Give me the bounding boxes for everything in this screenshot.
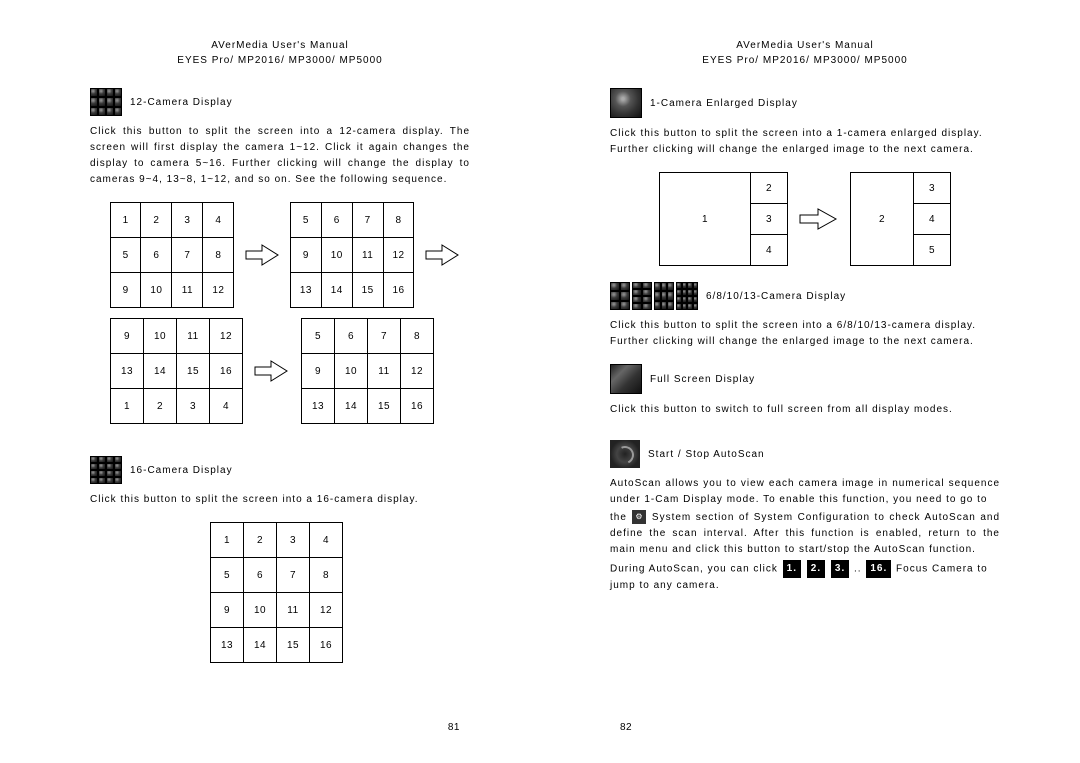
layout-b: 23 4 5 xyxy=(850,172,951,266)
secfull-para: Click this button to switch to full scre… xyxy=(610,402,1000,418)
section-1cam-enlarged: 1-Camera Enlarged Display xyxy=(610,88,1000,118)
focus-btn-1: 1. xyxy=(783,560,801,578)
grid-4: 5678 9101112 13141516 xyxy=(301,318,434,424)
section-12cam: 12-Camera Display xyxy=(90,88,470,116)
grid-16: 1234 5678 9101112 13141516 xyxy=(210,522,343,663)
tables-row-2: 9101112 13141516 1234 5678 9101112 13141… xyxy=(110,318,470,424)
arrow-icon xyxy=(253,358,291,384)
page-82: AVerMedia User's Manual EYES Pro/ MP2016… xyxy=(540,0,1080,763)
fullscreen-icon xyxy=(610,364,642,394)
sec6-para: Click this button to split the screen in… xyxy=(610,318,1000,350)
arrow-icon xyxy=(244,242,280,268)
secauto-p2: the System section of System Configurati… xyxy=(610,510,1000,558)
multi-layout-icon xyxy=(610,282,698,310)
sec1-title: 1-Camera Enlarged Display xyxy=(650,98,798,109)
secauto-p3: During AutoScan, you can click 1. 2. 3. … xyxy=(610,560,1000,594)
sec1-para: Click this button to split the screen in… xyxy=(610,126,1000,158)
grid16-wrap: 1234 5678 9101112 13141516 xyxy=(210,522,470,663)
page-81: AVerMedia User's Manual EYES Pro/ MP2016… xyxy=(0,0,540,763)
focus-btn-3: 3. xyxy=(831,560,849,578)
autoscan-icon xyxy=(610,440,640,468)
sec12-title: 12-Camera Display xyxy=(130,97,233,108)
secauto-p1: AutoScan allows you to view each camera … xyxy=(610,476,1000,508)
subheader-right: EYES Pro/ MP2016/ MP3000/ MP5000 xyxy=(610,55,1000,66)
pagenum-82: 82 xyxy=(540,722,1080,733)
arrow-icon xyxy=(424,242,460,268)
grid-3: 9101112 13141516 1234 xyxy=(110,318,243,424)
grid-2: 5678 9101112 13141516 xyxy=(290,202,414,308)
section-autoscan: Start / Stop AutoScan xyxy=(610,440,1000,468)
sec6-title: 6/8/10/13-Camera Display xyxy=(706,291,846,302)
grid-1: 1234 5678 9101112 xyxy=(110,202,234,308)
secauto-title: Start / Stop AutoScan xyxy=(648,449,765,460)
secfull-title: Full Screen Display xyxy=(650,374,755,385)
sec16-para: Click this button to split the screen in… xyxy=(90,492,470,508)
header-left: AVerMedia User's Manual xyxy=(90,40,470,51)
sec16-title: 16-Camera Display xyxy=(130,465,233,476)
system-config-icon xyxy=(632,510,646,524)
single-cam-icon xyxy=(610,88,642,118)
subheader-left: EYES Pro/ MP2016/ MP3000/ MP5000 xyxy=(90,55,470,66)
grid-16-icon xyxy=(90,456,122,484)
layout-a: 12 3 4 xyxy=(659,172,788,266)
sec12-para: Click this button to split the screen in… xyxy=(90,124,470,188)
enlarged-layouts: 12 3 4 23 4 5 xyxy=(610,172,1000,266)
focus-btn-2: 2. xyxy=(807,560,825,578)
arrow-icon xyxy=(798,206,840,232)
section-fullscreen: Full Screen Display xyxy=(610,364,1000,394)
tables-row-1: 1234 5678 9101112 5678 9101112 13141516 xyxy=(110,202,470,308)
header-right: AVerMedia User's Manual xyxy=(610,40,1000,51)
pagenum-81: 81 xyxy=(0,722,540,733)
focus-btn-16: 16. xyxy=(866,560,891,578)
section-6810-cam: 6/8/10/13-Camera Display xyxy=(610,282,1000,310)
section-16cam: 16-Camera Display xyxy=(90,456,470,484)
grid-12-icon xyxy=(90,88,122,116)
